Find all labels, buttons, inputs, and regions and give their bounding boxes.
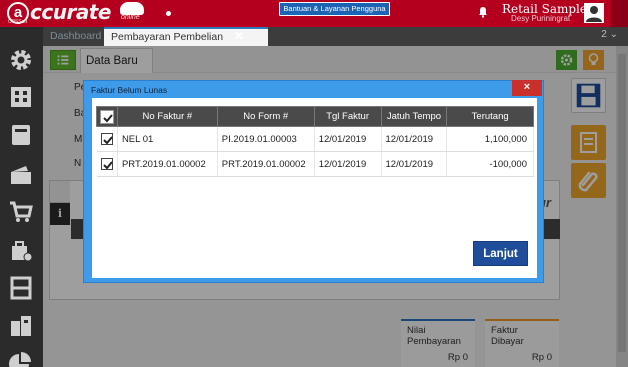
help-button[interactable]: Bantuan & Layanan Pengguna	[279, 2, 390, 16]
tab-count-value: 2	[601, 29, 607, 40]
sidebar-company-icon[interactable]	[8, 84, 34, 110]
notification-dot-icon	[166, 11, 171, 16]
logo-text: ccurate	[30, 0, 111, 24]
table-row[interactable]: NEL 01 PI.2019.01.00003 12/01/2019 12/01…	[96, 126, 534, 152]
dialog-title: Faktur Belum Lunas	[91, 85, 168, 95]
column-header[interactable]: Jatuh Tempo	[380, 106, 448, 127]
tab-dashboard[interactable]: Dashboard	[43, 27, 104, 46]
no-faktur-cell: PRT.2019.01.00002	[117, 151, 218, 177]
tgl-faktur-cell: 12/01/2019	[314, 151, 382, 177]
row-checkbox[interactable]	[100, 133, 113, 145]
column-header[interactable]: No Faktur #	[116, 106, 218, 127]
no-form-cell: PI.2019.01.00003	[217, 126, 315, 152]
sidebar-inventory-icon[interactable]	[8, 275, 34, 301]
jatuh-tempo-cell: 12/01/2019	[381, 126, 448, 152]
sidebar-settings-icon[interactable]	[8, 47, 34, 73]
top-bar: a ccurate online CPSSoft Bantuan & Layan…	[0, 0, 628, 27]
no-form-cell: PRT.2019.01.00002	[217, 151, 315, 177]
logo-sub-label: CPSSoft	[8, 19, 28, 25]
tab-bar: Dashboard Pembayaran Pembelian ✕ 2 ⌄	[43, 27, 628, 46]
row-checkbox[interactable]	[100, 158, 113, 170]
sidebar-building-icon[interactable]	[8, 313, 34, 339]
column-header[interactable]: No Form #	[216, 106, 315, 127]
select-all-header[interactable]	[96, 106, 118, 127]
no-faktur-cell: NEL 01	[117, 126, 218, 152]
select-all-checkbox[interactable]	[99, 109, 114, 124]
sidebar-cash-icon[interactable]	[8, 162, 34, 188]
invoice-table: No Faktur # No Form # Tgl Faktur Jatuh T…	[96, 106, 534, 177]
sidebar-ledger-icon[interactable]	[8, 122, 34, 148]
next-button[interactable]: Lanjut	[473, 241, 528, 266]
check-icon	[102, 136, 113, 145]
unpaid-invoices-dialog: Faktur Belum Lunas × No Faktur # No Form…	[83, 80, 544, 283]
tab-close-icon[interactable]: ✕	[229, 27, 249, 46]
column-header[interactable]: Terutang	[446, 106, 534, 127]
sidebar	[0, 27, 43, 367]
check-icon	[102, 161, 113, 170]
column-header[interactable]: Tgl Faktur	[313, 106, 382, 127]
dialog-body: No Faktur # No Form # Tgl Faktur Jatuh T…	[92, 98, 537, 278]
terutang-cell: 1,100,000	[446, 126, 534, 152]
row-select-cell[interactable]	[96, 126, 118, 152]
check-icon	[103, 113, 113, 122]
jatuh-tempo-cell: 12/01/2019	[381, 151, 448, 177]
table-row[interactable]: PRT.2019.01.00002 PRT.2019.01.00002 12/0…	[96, 151, 534, 177]
dialog-close-button[interactable]: ×	[512, 80, 542, 96]
avatar-icon[interactable]	[584, 3, 604, 23]
sidebar-report-icon[interactable]	[8, 349, 34, 367]
terutang-cell: -100,000	[446, 151, 534, 177]
user-name: Desy Puriningrat	[511, 14, 571, 23]
row-select-cell[interactable]	[96, 151, 118, 177]
tgl-faktur-cell: 12/01/2019	[314, 126, 382, 152]
tab-count-badge[interactable]: 2 ⌄	[601, 29, 618, 40]
logo-online-label: online	[121, 14, 140, 21]
top-bar-edge	[611, 0, 628, 27]
bell-icon[interactable]	[478, 6, 488, 18]
sidebar-bag-icon[interactable]	[8, 237, 34, 263]
sidebar-cart-icon[interactable]	[8, 199, 34, 225]
